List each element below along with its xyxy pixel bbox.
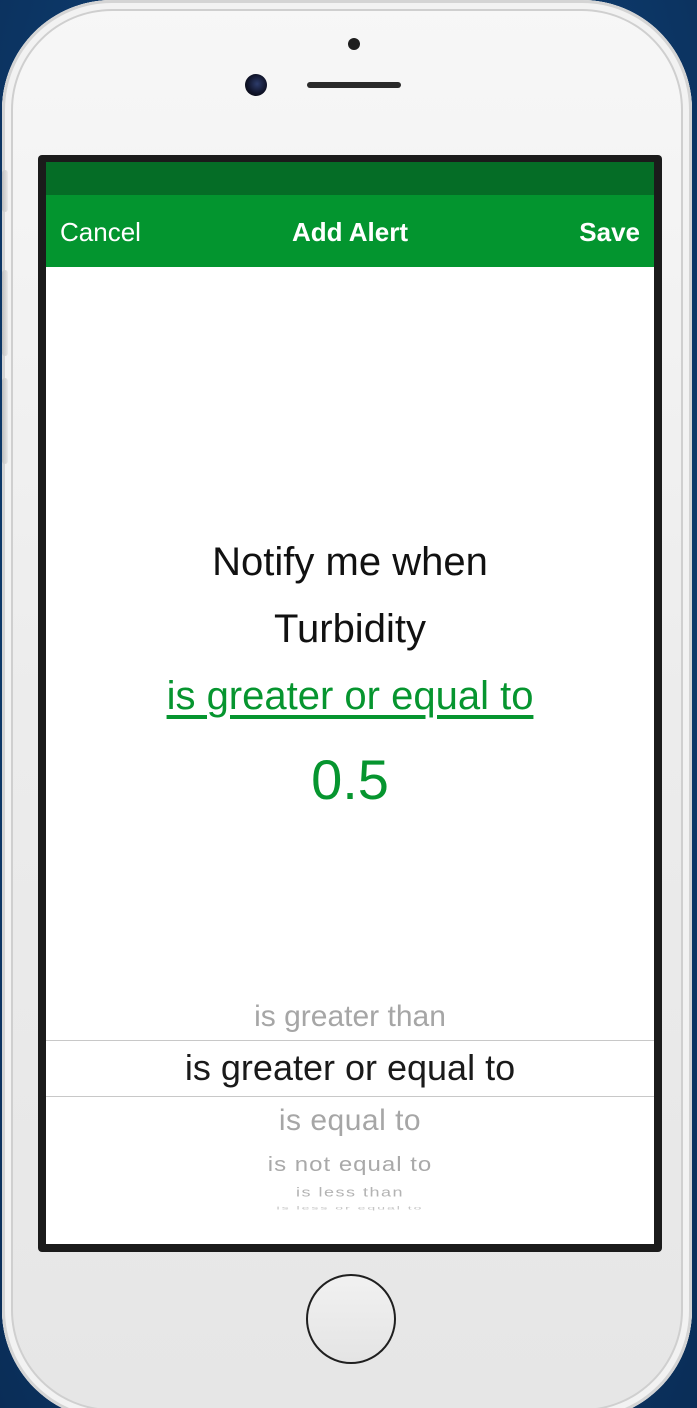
picker-option[interactable]: is equal to — [46, 1104, 654, 1138]
picker-selection-bottom-divider — [46, 1096, 654, 1097]
save-button[interactable]: Save — [579, 217, 640, 248]
earpiece-speaker — [307, 82, 401, 88]
alert-metric-text: Turbidity — [274, 607, 426, 651]
alert-intro-text: Notify me when — [212, 540, 488, 584]
picker-option[interactable]: is greater than — [46, 1000, 654, 1034]
alert-threshold-value[interactable]: 0.5 — [46, 747, 654, 812]
simulator-background: Cancel Add Alert Save Notify me when Tur… — [0, 0, 697, 1408]
picker-selection-top-divider — [46, 1040, 654, 1041]
volume-up-button — [2, 270, 8, 356]
app-screen: Cancel Add Alert Save Notify me when Tur… — [46, 162, 654, 1244]
mute-switch — [2, 170, 8, 212]
status-bar — [46, 162, 654, 195]
navigation-bar: Cancel Add Alert Save — [46, 195, 654, 267]
picker-option[interactable]: is less than — [46, 1185, 654, 1200]
front-camera-icon — [245, 74, 267, 96]
condition-picker[interactable]: is greater than is greater or equal to i… — [46, 992, 654, 1244]
alert-condition-link[interactable]: is greater or equal to — [46, 674, 654, 719]
page-title: Add Alert — [291, 217, 409, 247]
home-button[interactable] — [306, 1274, 396, 1364]
proximity-sensor — [348, 38, 360, 50]
picker-option-selected[interactable]: is greater or equal to — [46, 1047, 654, 1089]
picker-option[interactable]: is less or equal to — [46, 1205, 654, 1211]
picker-option[interactable]: is not equal to — [46, 1153, 654, 1177]
volume-down-button — [2, 378, 8, 464]
